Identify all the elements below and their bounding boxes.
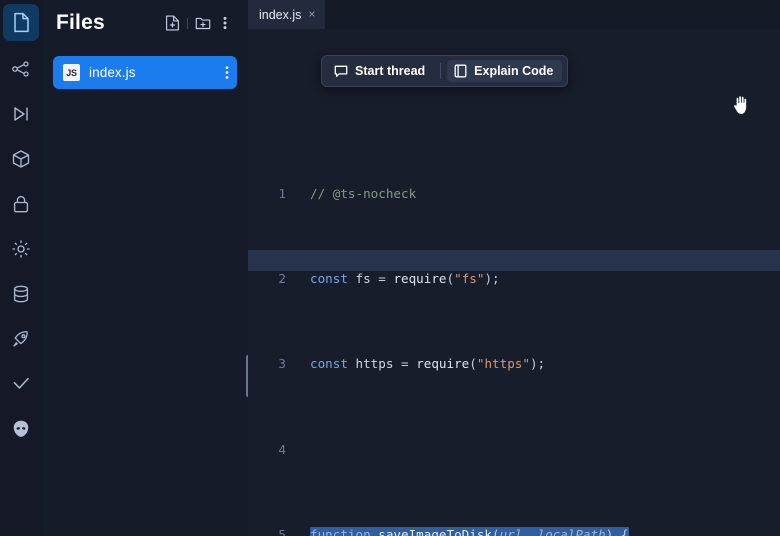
- code-line: 5 function saveImageToDisk(url, localPath…: [248, 524, 780, 536]
- line-number: 5: [278, 526, 286, 536]
- list-item[interactable]: JS index.js: [53, 56, 237, 89]
- start-thread-label: Start thread: [355, 64, 426, 78]
- sidebar-item-secrets[interactable]: [0, 181, 42, 226]
- sidebar-item-database[interactable]: [0, 271, 42, 316]
- play-next-icon: [10, 103, 32, 125]
- line-number: 4: [278, 441, 286, 457]
- panel-icon: [454, 64, 467, 78]
- line-content: const fs = require("fs");: [310, 271, 500, 287]
- js-file-icon: JS: [63, 64, 80, 81]
- code-line: 3 const https = require("https");: [248, 353, 780, 374]
- line-content: function saveImageToDisk(url, localPath)…: [298, 524, 780, 536]
- files-icon: [12, 12, 31, 33]
- file-name-label: index.js: [89, 65, 136, 80]
- sidebar-item-deploy[interactable]: [0, 316, 42, 361]
- sidebar-item-run[interactable]: [0, 91, 42, 136]
- files-panel-header: Files: [42, 0, 248, 46]
- file-list: JS index.js: [42, 46, 248, 89]
- explain-code-button[interactable]: Explain Code: [447, 60, 563, 82]
- file-more-button[interactable]: [225, 65, 229, 80]
- new-file-button[interactable]: [161, 12, 183, 34]
- files-panel: Files JS index.js: [42, 0, 248, 536]
- sidebar-item-tasks[interactable]: [0, 361, 42, 406]
- tab-label: index.js: [259, 7, 302, 22]
- tab-bar: index.js ×: [248, 0, 780, 29]
- sidebar-item-extensions[interactable]: [0, 406, 42, 451]
- alien-icon: [10, 418, 32, 440]
- check-icon: [10, 373, 32, 395]
- new-folder-button[interactable]: [192, 12, 214, 34]
- code-line: 4: [248, 439, 780, 460]
- line-number: 1: [278, 186, 286, 202]
- line-content: // @ts-nocheck: [310, 186, 417, 202]
- explain-code-label: Explain Code: [474, 64, 554, 78]
- sidebar-item-packages[interactable]: [0, 136, 42, 181]
- branch-icon: [10, 58, 32, 80]
- gear-icon: [10, 238, 32, 260]
- code-line: 1 // @ts-nocheck: [248, 183, 780, 204]
- tab-index-js[interactable]: index.js ×: [248, 0, 326, 29]
- sidebar-item-files[interactable]: [0, 0, 42, 45]
- code-lines: 1 // @ts-nocheck 2 const fs = require("fs"…: [248, 119, 780, 536]
- sidebar-item-settings[interactable]: [0, 226, 42, 271]
- line-number: 3: [278, 356, 286, 372]
- line-number: 2: [278, 271, 286, 287]
- database-icon: [10, 283, 32, 305]
- page-title: Files: [56, 11, 105, 34]
- header-divider: [187, 17, 188, 29]
- rocket-icon: [10, 328, 32, 350]
- line-content: [298, 439, 780, 460]
- line-content: const https = require("https");: [310, 356, 546, 372]
- comment-icon: [334, 65, 348, 78]
- editor-panel: index.js × 1 // @ts-nocheck 2 const fs = r…: [248, 0, 780, 536]
- selection-toolbar: Start thread Explain Code: [321, 55, 569, 87]
- activity-rail: [0, 0, 42, 536]
- code-editor[interactable]: 1 // @ts-nocheck 2 const fs = require("fs"…: [248, 29, 780, 536]
- toolbar-divider: [440, 63, 442, 79]
- cube-icon: [10, 148, 32, 170]
- panel-more-button[interactable]: [214, 12, 236, 34]
- lock-icon: [10, 193, 32, 215]
- start-thread-button[interactable]: Start thread: [327, 60, 434, 82]
- code-line: 2 const fs = require("fs");: [248, 268, 780, 289]
- sidebar-item-branches[interactable]: [0, 46, 42, 91]
- app-window: Files JS index.js index.js × 1 // @ts-no…: [0, 0, 780, 536]
- close-icon[interactable]: ×: [308, 8, 315, 21]
